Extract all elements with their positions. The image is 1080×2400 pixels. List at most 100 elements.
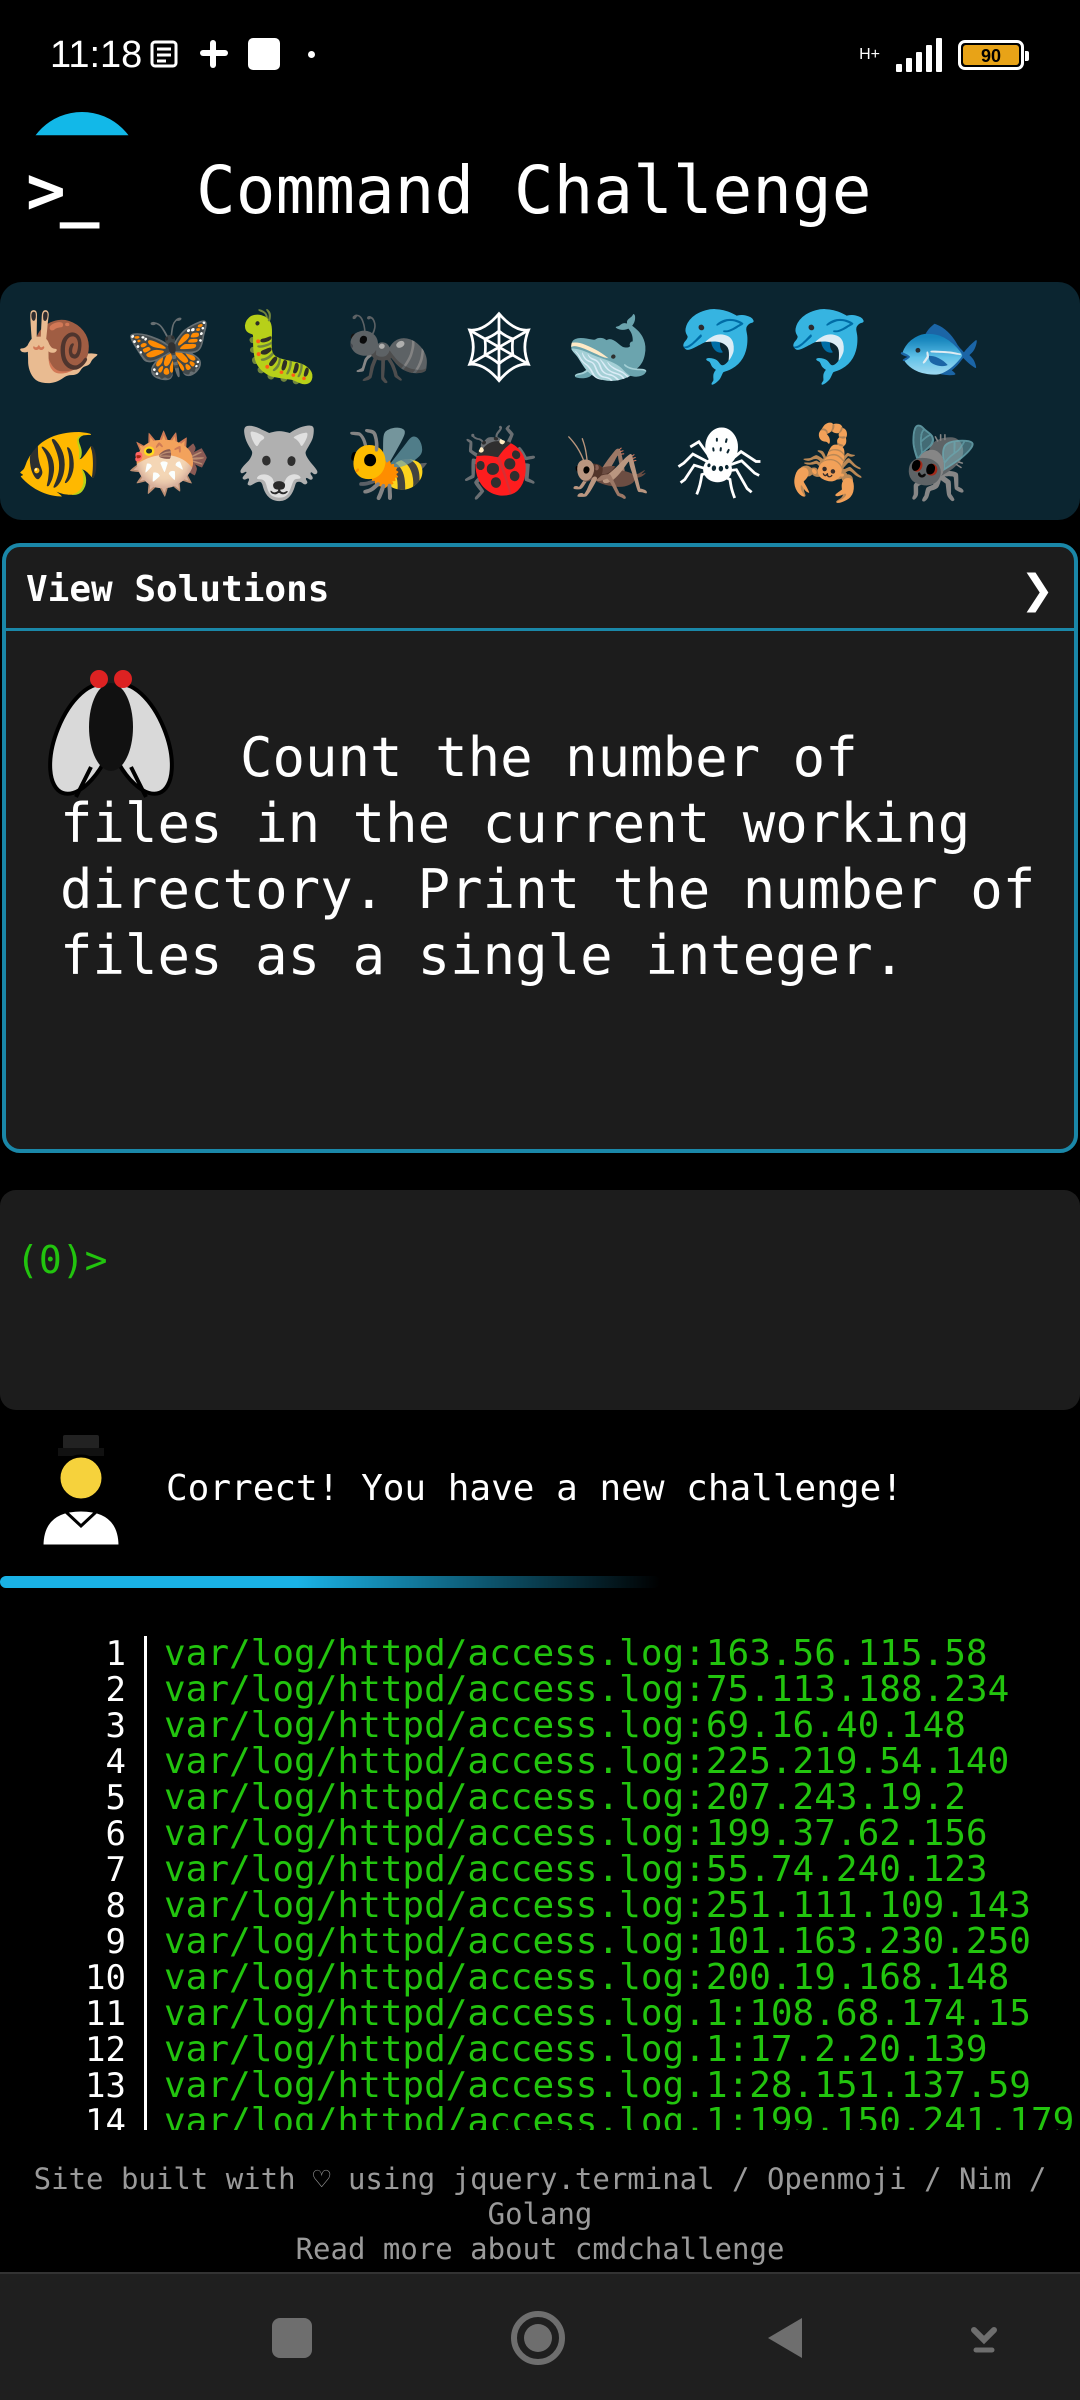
status-right: H+ 90: [859, 38, 1029, 72]
output-line: 10 var/log/httpd/access.log:200.19.168.14…: [0, 1957, 1080, 1998]
line-text: var/log/httpd/access.log:251.111.109.143: [164, 1885, 1031, 1926]
line-number: 4: [105, 1742, 126, 1782]
terminal-prompt: (0)>: [16, 1238, 108, 1282]
creature-blowfish-icon[interactable]: 🐡: [124, 418, 214, 508]
feedback-message: Correct! You have a new challenge!: [0, 1430, 1080, 1570]
home-button[interactable]: [508, 2308, 568, 2368]
creature-bee-icon[interactable]: 🐝: [344, 418, 434, 508]
judge-avatar-icon: [40, 1434, 122, 1548]
creature-tropical-fish-icon[interactable]: 🐠: [14, 418, 104, 508]
output-line: 4 var/log/httpd/access.log:225.219.54.140: [0, 1741, 1080, 1782]
status-bar: 11:18 H+ 90: [0, 0, 1080, 110]
output-line: 5 var/log/httpd/access.log:207.243.19.2: [0, 1777, 1080, 1818]
line-number: 6: [105, 1814, 126, 1854]
read-more-link[interactable]: Read more about cmdchallenge: [20, 2232, 1060, 2267]
output-line: 8 var/log/httpd/access.log:251.111.109.14…: [0, 1885, 1080, 1926]
command-output: 1 var/log/httpd/access.log:163.56.115.58 2…: [0, 1630, 1080, 2130]
site-footer: Site built with ♡ using jquery.terminal …: [20, 2162, 1060, 2267]
creature-whale-icon[interactable]: 🐋: [564, 302, 654, 392]
line-number: 5: [105, 1778, 126, 1818]
line-number: 7: [105, 1850, 126, 1890]
line-number: 9: [105, 1922, 126, 1962]
challenge-creatures-panel: 🐌 🦋 🐛 🐜 🕸 🐋 🐬 🐬 🐟 🐠 🐡 🐺 🐝 🐞 🦗 🕷 🦂 🪰: [0, 282, 1080, 520]
line-number: 11: [85, 1994, 126, 2034]
back-icon: [768, 2318, 802, 2358]
app-notification-icon: [248, 38, 280, 70]
line-number: 10: [85, 1958, 126, 1998]
recents-icon: [272, 2318, 312, 2358]
battery-level: 90: [963, 45, 1019, 66]
output-line: 2 var/log/httpd/access.log:75.113.188.234: [0, 1669, 1080, 1710]
view-solutions-label: View Solutions: [26, 569, 330, 610]
output-line: 13 var/log/httpd/access.log.1:28.151.137.…: [0, 2065, 1080, 2106]
home-icon: [511, 2311, 565, 2365]
line-number: 3: [105, 1706, 126, 1746]
line-text: var/log/httpd/access.log.1:28.151.137.59: [164, 2065, 1031, 2106]
creature-caterpillar-icon[interactable]: 🐛: [234, 302, 324, 392]
creature-fly-icon[interactable]: 🪰: [894, 418, 984, 508]
output-line: 14 var/log/httpd/access.log.1:199.150.241…: [0, 2101, 1080, 2131]
line-text: var/log/httpd/access.log:207.243.19.2: [164, 1777, 966, 1818]
notification-icons: [150, 38, 315, 70]
creature-spider-icon[interactable]: 🕷: [674, 418, 764, 508]
view-solutions-toggle[interactable]: View Solutions ❯: [6, 547, 1074, 631]
footer-credits: Site built with ♡ using jquery.terminal …: [33, 2162, 1047, 2231]
recents-button[interactable]: [262, 2308, 322, 2368]
line-text: var/log/httpd/access.log.1:199.150.241.1…: [164, 2101, 1075, 2131]
creature-cricket-icon[interactable]: 🦗: [564, 418, 654, 508]
line-text: var/log/httpd/access.log.1:108.68.174.15: [164, 1993, 1031, 2034]
output-line: 6 var/log/httpd/access.log:199.37.62.156: [0, 1813, 1080, 1854]
creature-dolphin-blue-icon[interactable]: 🐬: [674, 302, 764, 392]
line-text: var/log/httpd/access.log:55.74.240.123: [164, 1849, 988, 1890]
terminal-input-area[interactable]: (0)>: [0, 1190, 1080, 1410]
network-type: H+: [859, 46, 880, 63]
output-line: 7 var/log/httpd/access.log:55.74.240.123: [0, 1849, 1080, 1890]
output-line: 1 var/log/httpd/access.log:163.56.115.58: [0, 1633, 1080, 1674]
line-text: var/log/httpd/access.log:199.37.62.156: [164, 1813, 988, 1854]
slack-icon: [200, 40, 228, 68]
creature-snail-icon[interactable]: 🐌: [14, 302, 104, 392]
challenge-card: View Solutions ❯ Count the number of fil…: [2, 543, 1078, 1153]
output-line: 9 var/log/httpd/access.log:101.163.230.25…: [0, 1921, 1080, 1962]
line-text: var/log/httpd/access.log:163.56.115.58: [164, 1633, 988, 1674]
page-title: Command Challenge: [196, 152, 872, 229]
line-number: 13: [85, 2066, 126, 2106]
chevron-down-icon: [971, 2327, 997, 2353]
line-text: var/log/httpd/access.log.1:17.2.20.139: [164, 2029, 988, 2070]
creature-spider-web-icon[interactable]: 🕸: [454, 302, 544, 392]
battery-icon: 90: [958, 40, 1029, 70]
divider: [0, 1576, 660, 1588]
line-text: var/log/httpd/access.log:69.16.40.148: [164, 1705, 966, 1746]
line-text: var/log/httpd/access.log:75.113.188.234: [164, 1669, 1010, 1710]
line-text: var/log/httpd/access.log:225.219.54.140: [164, 1741, 1010, 1782]
chevron-right-icon[interactable]: ❯: [1020, 567, 1054, 613]
creature-fish-icon[interactable]: 🐟: [894, 302, 984, 392]
output-line: 11 var/log/httpd/access.log.1:108.68.174.…: [0, 1993, 1080, 2034]
hide-nav-button[interactable]: [954, 2308, 1014, 2368]
system-nav-bar: [0, 2272, 1080, 2400]
line-number: 12: [85, 2030, 126, 2070]
output-line: 3 var/log/httpd/access.log:69.16.40.148: [0, 1705, 1080, 1746]
status-time: 11:18: [50, 34, 143, 76]
line-number: 14: [85, 2102, 126, 2130]
line-text: var/log/httpd/access.log:200.19.168.148: [164, 1957, 1010, 1998]
feedback-text: Correct! You have a new challenge!: [166, 1468, 903, 1509]
line-text: var/log/httpd/access.log:101.163.230.250: [164, 1921, 1031, 1962]
signal-icon: [896, 38, 942, 72]
creature-ladybug-icon[interactable]: 🐞: [454, 418, 544, 508]
news-icon: [150, 40, 178, 68]
app-header: >_ Command Challenge: [0, 112, 1080, 272]
back-button[interactable]: [756, 2308, 816, 2368]
creature-butterfly-icon[interactable]: 🦋: [124, 302, 214, 392]
more-notifications-icon: [308, 50, 315, 58]
creature-dolphin-icon[interactable]: 🐬: [784, 302, 874, 392]
line-number: 1: [105, 1634, 126, 1674]
line-number: 8: [105, 1886, 126, 1926]
creature-ant-icon[interactable]: 🐜: [344, 302, 434, 392]
output-line: 12 var/log/httpd/access.log.1:17.2.20.139: [0, 2029, 1080, 2070]
line-number: 2: [105, 1670, 126, 1710]
terminal-logo-icon[interactable]: >_: [26, 152, 100, 229]
creature-scorpion-icon[interactable]: 🦂: [784, 418, 874, 508]
challenge-description: Count the number of files in the current…: [60, 726, 1036, 987]
creature-wolf-icon[interactable]: 🐺: [234, 418, 324, 508]
